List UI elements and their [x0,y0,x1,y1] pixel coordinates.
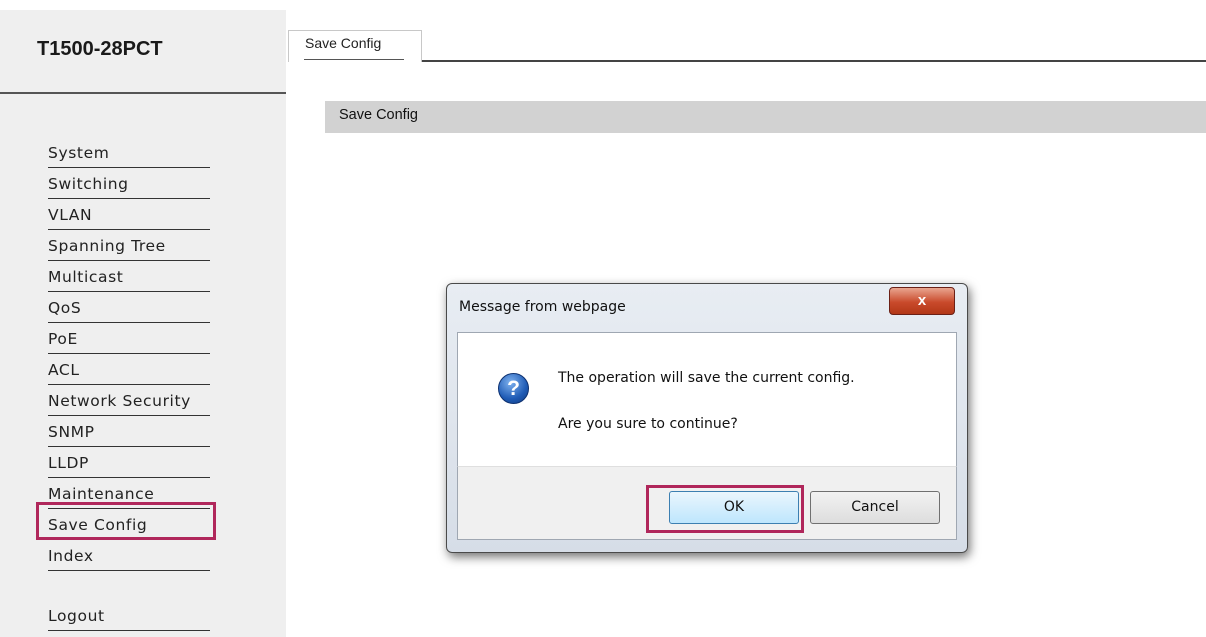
sidebar-item-switching[interactable]: Switching [48,169,210,199]
sidebar-item-network-security[interactable]: Network Security [48,386,210,416]
close-icon: x [917,292,927,309]
tab-active-underline [304,59,404,60]
sidebar-item-acl[interactable]: ACL [48,355,210,385]
question-icon: ? [498,373,529,404]
ok-highlight-box [646,485,804,533]
sidebar-item-multicast[interactable]: Multicast [48,262,210,292]
sidebar-item-vlan[interactable]: VLAN [48,200,210,230]
sidebar-item-logout[interactable]: Logout [48,601,210,631]
tab-save-config[interactable]: Save Config [288,30,422,62]
close-button[interactable]: x [889,287,955,315]
sidebar-item-lldp[interactable]: LLDP [48,448,210,478]
sidebar-item-spanning-tree[interactable]: Spanning Tree [48,231,210,261]
cancel-button[interactable]: Cancel [810,491,940,524]
sidebar-item-qos[interactable]: QoS [48,293,210,323]
sidebar-item-index[interactable]: Index [48,541,210,571]
save-config-highlight-box [36,502,216,540]
dialog-message-line2: Are you sure to continue? [558,416,738,432]
sidebar-item-snmp[interactable]: SNMP [48,417,210,447]
section-header: Save Config [325,101,1206,133]
sidebar-item-poe[interactable]: PoE [48,324,210,354]
sidebar-divider [0,92,286,94]
dialog-message-line1: The operation will save the current conf… [558,370,855,386]
sidebar-item-system[interactable]: System [48,138,210,168]
tab-strip [286,10,1206,62]
device-model-title: T1500-28PCT [37,38,163,60]
dialog-title: Message from webpage [459,299,626,315]
dialog-body: ? The operation will save the current co… [457,332,957,466]
tab-bar-divider [422,60,1206,62]
